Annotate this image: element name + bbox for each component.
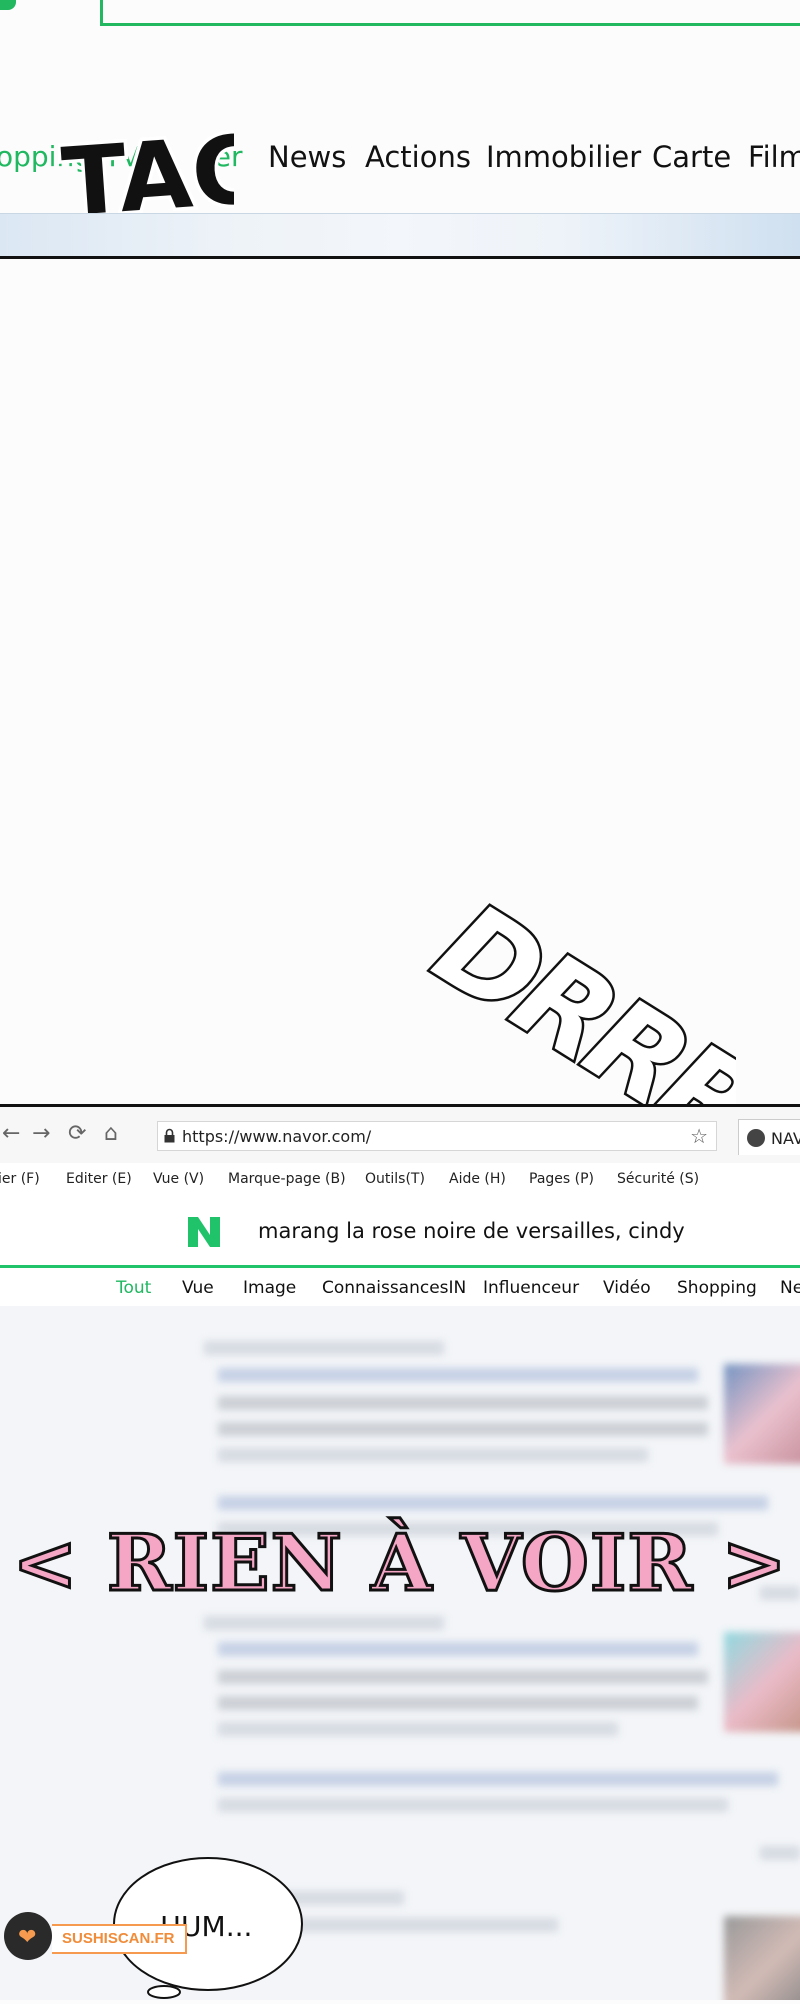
- n-logo-icon[interactable]: [186, 1215, 222, 1249]
- nav-item-actions[interactable]: Actions: [365, 140, 471, 174]
- search-tabs: Tout Vue Image ConnaissancesIN Influence…: [0, 1268, 800, 1306]
- nav-item-immobilier[interactable]: Immobilier: [486, 140, 641, 174]
- tab-vue[interactable]: Vue: [182, 1278, 214, 1298]
- back-icon[interactable]: ←: [2, 1121, 20, 1146]
- nav-item-news[interactable]: News: [268, 140, 346, 174]
- forward-icon[interactable]: →: [32, 1121, 50, 1146]
- bookmark-star-icon[interactable]: ☆: [690, 1124, 708, 1149]
- menu-fichier[interactable]: ier (F): [0, 1171, 40, 1187]
- search-query[interactable]: marang la rose noire de versailles, cind…: [258, 1219, 685, 1243]
- globe-icon: [747, 1129, 765, 1147]
- header-gradient-band: [0, 213, 800, 259]
- home-icon[interactable]: ⌂: [104, 1121, 118, 1146]
- caption-rien-a-voir: < RIEN À VOIR >: [11, 1517, 788, 1611]
- tab-image[interactable]: Image: [243, 1278, 296, 1298]
- menu-vue[interactable]: Vue (V): [153, 1171, 204, 1187]
- menu-outils[interactable]: Outils(T): [365, 1171, 425, 1187]
- tab-connaissancesin[interactable]: ConnaissancesIN: [322, 1278, 466, 1298]
- search-header: marang la rose noire de versailles, cind…: [0, 1199, 800, 1268]
- lock-icon: [164, 1128, 175, 1143]
- tab-shopping[interactable]: Shopping: [677, 1278, 757, 1298]
- browser-toolbar: ← → ⟳ ⌂ https://www.navor.com/ ☆ NAV: [0, 1107, 800, 1163]
- tab-tout[interactable]: Tout: [116, 1278, 151, 1298]
- nav-item-carte[interactable]: Carte: [652, 140, 731, 174]
- watermark-badge: ❤: [4, 1912, 52, 1960]
- tab-video[interactable]: Vidéo: [603, 1278, 651, 1298]
- menu-editer[interactable]: Editer (E): [66, 1171, 132, 1187]
- green-corner-mark: [0, 0, 16, 10]
- browser-tab[interactable]: NAV: [738, 1119, 800, 1155]
- address-bar[interactable]: https://www.navor.com/ ☆: [157, 1121, 717, 1151]
- tab-ne[interactable]: Ne: [780, 1278, 800, 1298]
- watermark-label: SUSHISCAN.FR: [52, 1924, 187, 1954]
- menu-aide[interactable]: Aide (H): [449, 1171, 506, 1187]
- menu-securite[interactable]: Sécurité (S): [617, 1171, 699, 1187]
- tab-influenceur[interactable]: Influenceur: [483, 1278, 579, 1298]
- menu-marque-page[interactable]: Marque-page (B): [228, 1171, 346, 1187]
- menu-pages[interactable]: Pages (P): [529, 1171, 594, 1187]
- search-box-frame: [100, 0, 800, 26]
- menu-bar: ier (F) Editer (E) Vue (V) Marque-page (…: [0, 1163, 800, 1200]
- url-text: https://www.navor.com/: [182, 1127, 372, 1146]
- heart-icon: ❤: [18, 1924, 37, 1949]
- tab-label: NAV: [771, 1129, 800, 1148]
- nav-item-film[interactable]: Film: [748, 140, 800, 174]
- reload-icon[interactable]: ⟳: [68, 1121, 86, 1146]
